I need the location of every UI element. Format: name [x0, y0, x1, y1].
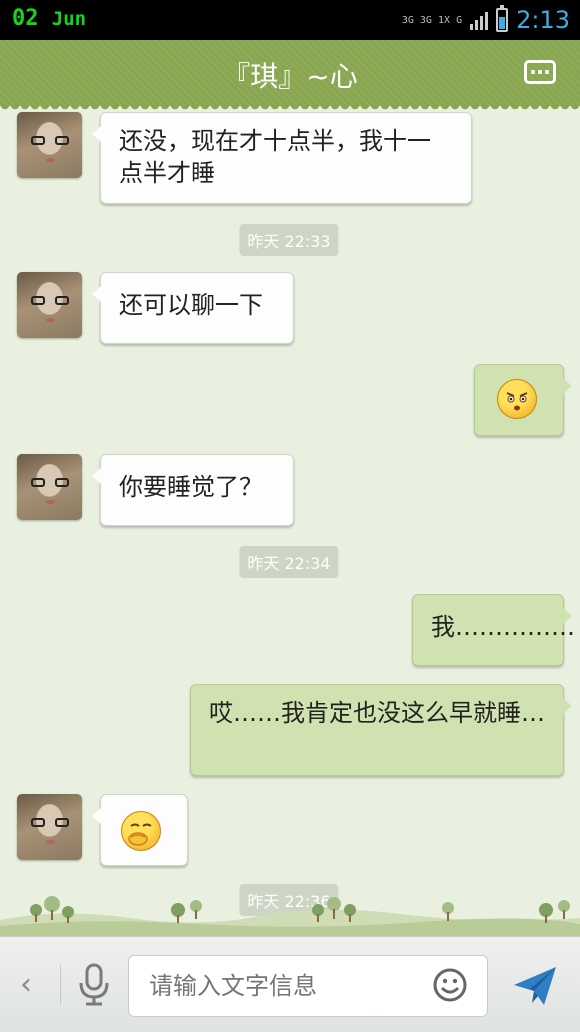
timestamp: 昨天 22:33: [239, 224, 339, 256]
status-date: 02 Jun: [12, 6, 86, 31]
microphone-icon[interactable]: [76, 963, 112, 1007]
message-list[interactable]: 还没，现在才十点半，我十一点半才睡 昨天 22:33 还可以聊一下 你要睡觉了？…: [0, 106, 580, 936]
message-text: 还可以聊一下: [119, 291, 263, 319]
avatar[interactable]: [17, 454, 82, 520]
divider: [60, 965, 61, 1005]
message-bubble-right[interactable]: 我……………: [412, 594, 575, 666]
avatar[interactable]: [17, 112, 82, 178]
status-bar: 02 Jun 3G 3G 1X G 2:13: [0, 0, 580, 40]
network-label-g: G: [456, 14, 463, 26]
chat-header: 『琪』~心: [0, 40, 580, 111]
yawn-face-emoji: [121, 811, 161, 851]
network-label-3g-b: 3G: [419, 14, 432, 26]
message-bubble-left[interactable]: 还没，现在才十点半，我十一点半才睡: [92, 112, 472, 204]
input-bar: ‹: [0, 936, 580, 1032]
message-bubble-left[interactable]: [92, 794, 188, 866]
network-indicators: 3G 3G 1X G: [402, 15, 462, 26]
message-text: 我……………: [431, 613, 575, 641]
network-label-3g-a: 3G: [401, 14, 414, 26]
message-bubble-left[interactable]: 你要睡觉了？: [92, 454, 294, 526]
smiley-icon[interactable]: [432, 967, 468, 1003]
landscape-decoration: [0, 896, 580, 936]
status-icons: 3G 3G 1X G 2:13: [402, 4, 570, 36]
network-label-1x: 1X: [437, 14, 451, 26]
status-date-day: 02: [12, 6, 39, 31]
angry-face-emoji: [497, 379, 537, 419]
more-dots-icon[interactable]: [524, 60, 556, 84]
battery-icon: [496, 5, 509, 32]
message-bubble-left[interactable]: 还可以聊一下: [92, 272, 294, 344]
message-text: 还没，现在才十点半，我十一点半才睡: [119, 127, 431, 187]
message-bubble-right[interactable]: [474, 364, 572, 436]
message-text: 哎……我肯定也没这么早就睡…: [209, 699, 545, 727]
timestamp: 昨天 22:34: [239, 546, 339, 578]
avatar[interactable]: [17, 794, 82, 860]
message-bubble-right[interactable]: 哎……我肯定也没这么早就睡…: [190, 684, 572, 776]
status-date-month: Jun: [51, 8, 87, 30]
chevron-left-icon[interactable]: ‹: [20, 967, 32, 1002]
chat-title: 『琪』~心: [222, 60, 358, 93]
avatar[interactable]: [17, 272, 82, 338]
message-text: 你要睡觉了？: [119, 473, 263, 501]
signal-icon: [470, 10, 489, 30]
status-time: 2:13: [516, 6, 570, 34]
send-icon[interactable]: [510, 963, 560, 1009]
